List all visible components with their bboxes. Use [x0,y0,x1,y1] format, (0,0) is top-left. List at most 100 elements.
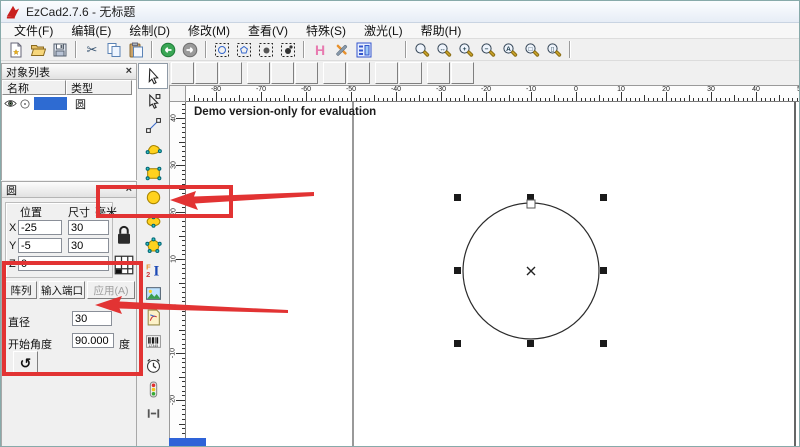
diameter-input[interactable] [72,311,112,326]
ruler-tick [329,95,330,101]
selection-handle[interactable] [527,340,534,347]
ruler-tick [491,98,492,102]
lock-aspect-icon[interactable] [114,223,134,247]
circle-button[interactable] [138,185,168,209]
selection-handle[interactable] [600,194,607,201]
node-pick-button[interactable] [195,62,218,84]
zoom-extend-button[interactable]: ↔ [433,40,455,60]
drawing-canvas[interactable] [186,102,800,447]
vector-file-button[interactable] [138,305,168,329]
select-arrow-button[interactable] [138,63,168,89]
bitmap-button[interactable] [138,281,168,305]
io-port-button[interactable] [138,401,168,425]
input-port-button[interactable]: 输入端口 [39,281,85,299]
y-position-input[interactable] [18,238,62,253]
selection-handle[interactable] [454,340,461,347]
svg-text:2: 2 [146,269,150,277]
selection-handle[interactable] [600,267,607,274]
x-size-input[interactable] [68,220,109,235]
curve-button[interactable] [138,137,168,161]
marquee-dots-button[interactable] [277,40,299,60]
redo-button[interactable] [179,40,201,60]
canvas-right-edge [794,102,796,447]
paste-button[interactable] [125,40,147,60]
rotate-ccw-button[interactable]: ↺ [13,351,38,375]
save-file-button[interactable] [49,40,71,60]
ellipse-button[interactable] [138,209,168,233]
lock-button[interactable] [247,62,270,84]
open-file-button[interactable] [27,40,49,60]
toolbar-modify [171,61,475,85]
mirror-vertical-button[interactable] [399,62,422,84]
preview-eye-lashes-button[interactable] [451,62,474,84]
menu-file[interactable]: 文件(F) [5,22,62,39]
start-point-node[interactable] [527,200,535,208]
column-header-type[interactable]: 类型 [66,80,132,95]
zoom-in-button[interactable]: + [455,40,477,60]
ruler-tick [182,226,186,227]
ruler-tick [182,109,186,110]
array-button[interactable]: 阵列 [5,281,37,299]
unlock-shape-button[interactable] [295,62,318,84]
object-list-row[interactable]: 圆 [2,95,136,112]
column-header-name[interactable]: 名称 [2,80,66,95]
undo-button[interactable] [157,40,179,60]
selection-handle[interactable] [454,267,461,274]
hatch-button[interactable]: H [309,40,331,60]
object-panel-button[interactable] [353,40,375,60]
zoom-page-button[interactable]: ▯ [543,40,565,60]
zoom-select-button[interactable]: □ [521,40,543,60]
menu-special[interactable]: 特殊(S) [297,22,355,39]
close-icon[interactable]: × [126,66,132,77]
select-marquee-button[interactable] [171,62,194,84]
zoom-out-button[interactable]: − [477,40,499,60]
traffic-light-button[interactable] [138,377,168,401]
line-button[interactable] [138,113,168,137]
node-edit-button[interactable] [138,89,168,113]
ruler-tick [756,92,757,101]
menu-modify[interactable]: 修改(M) [179,22,239,39]
menu-help[interactable]: 帮助(H) [412,22,471,39]
menu-laser[interactable]: 激光(L) [355,22,412,39]
apply-button[interactable]: 应用(A) [87,281,135,299]
ruler-tick [612,98,613,102]
snap-grid-button[interactable] [323,62,346,84]
zoom-all-button[interactable]: A [499,40,521,60]
ruler-tick [270,98,271,102]
ruler-tick [441,92,442,101]
marquee-circle-button[interactable] [211,40,233,60]
menu-edit[interactable]: 编辑(E) [62,22,120,39]
y-size-input[interactable] [68,238,109,253]
marquee-dots-icon [280,42,296,58]
ruler-tick [396,92,397,101]
timer-button[interactable] [138,353,168,377]
grid-position-icon[interactable] [114,254,134,276]
visibility-eye-icon[interactable] [4,98,17,109]
selection-handle[interactable] [454,194,461,201]
polygon-button[interactable] [138,233,168,257]
cut-button[interactable]: ✂ [81,40,103,60]
preview-eye-button[interactable] [427,62,450,84]
text-button[interactable]: F2I [138,257,168,281]
unlock-button[interactable] [271,62,294,84]
menu-view[interactable]: 查看(V) [239,22,297,39]
selection-handle[interactable] [600,340,607,347]
ruler-label: 40 [752,86,760,93]
marquee-dot-button[interactable] [255,40,277,60]
new-file-button[interactable] [5,40,27,60]
copy-button[interactable] [103,40,125,60]
mirror-horizontal-button[interactable] [375,62,398,84]
menu-draw[interactable]: 绘制(D) [120,22,179,39]
rectangle-button[interactable] [138,161,168,185]
x-position-input[interactable] [18,220,62,235]
pick-layers-button[interactable] [347,62,370,84]
system-options-button[interactable] [331,40,353,60]
center-pick-button[interactable] [219,62,242,84]
start-angle-input[interactable] [72,333,114,348]
barcode-button[interactable]: 12345 [138,329,168,353]
zoom-button[interactable] [411,40,433,60]
close-icon[interactable]: × [126,184,132,195]
z-position-input[interactable] [18,256,109,271]
selected-name-cell[interactable] [34,97,67,110]
marquee-pentagon-button[interactable] [233,40,255,60]
